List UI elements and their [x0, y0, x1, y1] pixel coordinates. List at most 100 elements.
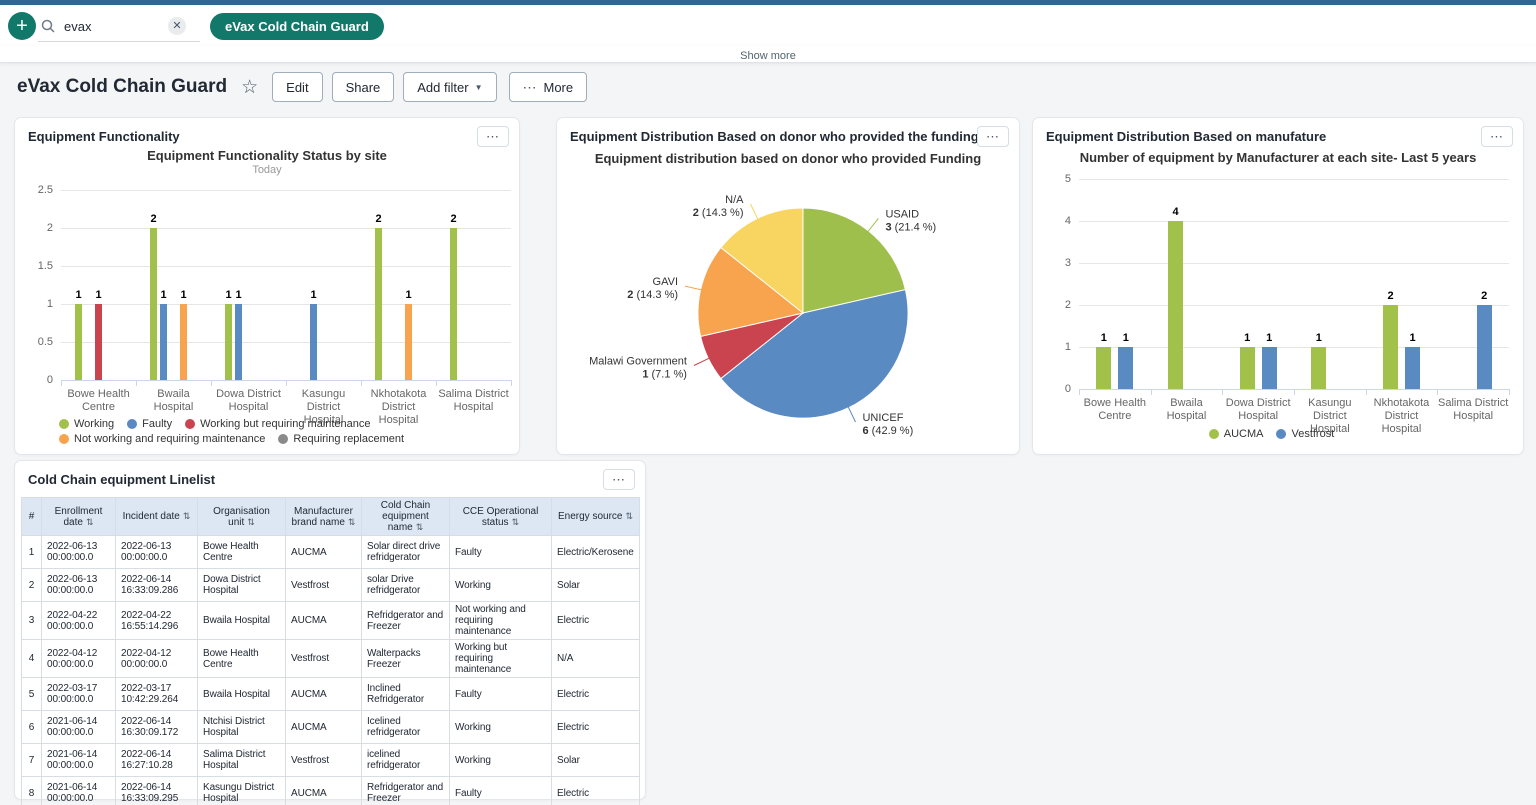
bar-working[interactable] — [225, 304, 232, 380]
legend-item[interactable]: Working — [59, 418, 114, 430]
add-filter-button[interactable]: Add filter ▼ — [403, 72, 497, 102]
column-header-cce-operational-status[interactable]: CCE Operational status ⇅ — [449, 497, 552, 536]
table-cell: Refridgerator and Freezer — [361, 776, 450, 805]
x-axis-tick — [136, 380, 137, 386]
bar-working[interactable] — [75, 304, 82, 380]
star-icon[interactable]: ☆ — [241, 76, 258, 99]
table-cell: 2022-04-12 00:00:00.0 — [115, 639, 198, 678]
clear-search-icon[interactable]: ✕ — [168, 17, 186, 35]
table-cell: Walterpacks Freezer — [361, 639, 450, 678]
bar-vestfrost[interactable] — [1118, 347, 1134, 389]
bar-chart-manufacturer: 0 1 2 3 4 5 1 4 1 1 2 1 1 1 2 Bowe Health Centre Bwaila H… — [1033, 118, 1523, 454]
x-axis-tick — [1437, 389, 1439, 395]
bar-data-label: 2 — [150, 213, 157, 225]
x-axis-tick — [211, 380, 212, 386]
x-axis-category-label: Bwaila Hospital — [1166, 397, 1207, 422]
sort-icon[interactable]: ⇅ — [348, 517, 356, 527]
edit-button[interactable]: Edit — [272, 72, 323, 102]
bar-not-working-and-requiring-maintenance[interactable] — [180, 304, 187, 380]
pie-label-connector — [866, 218, 879, 233]
bar-aucma[interactable] — [1239, 347, 1255, 389]
legend-item[interactable]: Vestfrost — [1276, 428, 1334, 440]
bar-vestfrost[interactable] — [1405, 347, 1420, 389]
bar-not-working-and-requiring-maintenance[interactable] — [405, 304, 412, 380]
table-cell: 2021-06-14 00:00:00.0 — [41, 776, 116, 805]
legend-item[interactable]: Requiring replacement — [278, 433, 404, 445]
table-cell: Solar — [551, 568, 640, 602]
sort-icon[interactable]: ⇅ — [512, 517, 520, 527]
row-number-cell: 2 — [21, 568, 42, 602]
grid-line — [1079, 263, 1509, 264]
bar-aucma[interactable] — [1168, 221, 1183, 389]
column-header-incident-date[interactable]: Incident date ⇅ — [115, 497, 198, 536]
bar-faulty[interactable] — [235, 304, 242, 380]
sort-icon[interactable]: ⇅ — [183, 511, 191, 521]
x-axis-category-label: Dowa District Hospital — [1225, 397, 1291, 422]
table-cell: Refridgerator and Freezer — [361, 601, 450, 640]
x-axis-category-label: Bowe Health Centre — [1083, 397, 1147, 422]
table-cell: Bwaila Hospital — [197, 601, 286, 640]
new-dashboard-button[interactable]: + — [8, 12, 36, 40]
bar-working-but-requiring-maintenance[interactable] — [95, 304, 102, 380]
show-more-button[interactable]: Show more — [740, 50, 796, 62]
y-axis-tick-label: 2.5 — [37, 184, 53, 196]
table-cell: Salima District Hospital — [197, 743, 286, 777]
show-more-bar: Show more — [0, 46, 1536, 63]
bar-aucma[interactable] — [1311, 347, 1327, 389]
column-header-organisation-unit[interactable]: Organisation unit ⇅ — [197, 497, 286, 536]
bar-working[interactable] — [150, 228, 157, 380]
table-cell: N/A — [551, 639, 640, 678]
column-header-manufacturer-brand-name[interactable]: Manufacturer brand name ⇅ — [285, 497, 362, 536]
table-cell: Vestfrost — [285, 568, 362, 602]
dashboard-chip[interactable]: eVax Cold Chain Guard — [210, 13, 384, 40]
bar-data-label: 1 — [95, 289, 102, 301]
search-input[interactable] — [62, 17, 168, 35]
share-button[interactable]: Share — [331, 72, 395, 102]
sort-icon[interactable]: ⇅ — [247, 517, 255, 527]
pie-slice-value-label: 2 (14.3 %) — [627, 289, 678, 301]
legend-item[interactable]: Working but requiring maintenance — [185, 418, 371, 430]
bar-aucma[interactable] — [1383, 305, 1398, 389]
bar-data-label: 2 — [1481, 290, 1488, 302]
table-cell: Electric/Kerosene — [551, 535, 640, 569]
bar-working[interactable] — [450, 228, 457, 380]
table-cell: Solar — [551, 743, 640, 777]
more-button-label: More — [543, 79, 574, 95]
bar-faulty[interactable] — [310, 304, 317, 380]
column-header-cold-chain-equipment-name[interactable]: Cold Chain equipment name ⇅ — [361, 497, 450, 536]
pie-slice-label: N/A — [725, 194, 744, 206]
bar-vestfrost[interactable] — [1261, 347, 1277, 389]
table-cell: Inclined Refridgerator — [361, 677, 450, 711]
more-button[interactable]: ⋯ More — [508, 72, 588, 102]
bar-data-label: 2 — [1387, 290, 1394, 302]
table-cell: 2022-06-13 00:00:00.0 — [115, 535, 198, 569]
column-header-energy-source[interactable]: Energy source ⇅ — [551, 497, 640, 536]
legend-item[interactable]: Not working and requiring maintenance — [59, 433, 265, 445]
bar-faulty[interactable] — [160, 304, 167, 380]
table-cell: AUCMA — [285, 601, 362, 640]
legend-item[interactable]: AUCMA — [1208, 428, 1263, 440]
y-axis-tick-label: 1 — [46, 298, 53, 310]
sort-icon[interactable]: ⇅ — [625, 511, 633, 521]
row-number-cell: 1 — [21, 535, 42, 569]
column-header-label: Incident date — [122, 511, 180, 522]
bar-vestfrost[interactable] — [1476, 305, 1492, 389]
column-header-label: CCE Operational status — [462, 505, 539, 528]
bar-aucma[interactable] — [1096, 347, 1112, 389]
x-axis-tick — [511, 380, 512, 386]
table-cell: 2022-06-13 00:00:00.0 — [41, 568, 116, 602]
bar-chart-functionality: 0 0.5 1 1.5 2 2.5 1 2 1 2 2 1 1 1 1 1 1 Bowe Health Centre… — [15, 118, 519, 454]
legend-dot-icon — [59, 419, 69, 429]
panel-more-icon[interactable]: ⋯ — [603, 469, 635, 490]
x-axis-category-label: Dowa District Hospital — [216, 388, 281, 413]
legend-item[interactable]: Faulty — [127, 418, 172, 430]
column-header-enrollment-date[interactable]: Enrollment date ⇅ — [41, 497, 116, 536]
bar-data-label: 1 — [310, 289, 317, 301]
bar-data-label: 1 — [1409, 332, 1416, 344]
panel-cold-chain-linelist: Cold Chain equipment Linelist ⋯ # Enrollm… — [14, 460, 646, 805]
bar-working[interactable] — [375, 228, 382, 380]
legend-label: Faulty — [142, 418, 173, 430]
dashboard-title: eVax Cold Chain Guard — [17, 76, 228, 97]
sort-icon[interactable]: ⇅ — [86, 517, 94, 527]
sort-icon[interactable]: ⇅ — [416, 522, 424, 532]
